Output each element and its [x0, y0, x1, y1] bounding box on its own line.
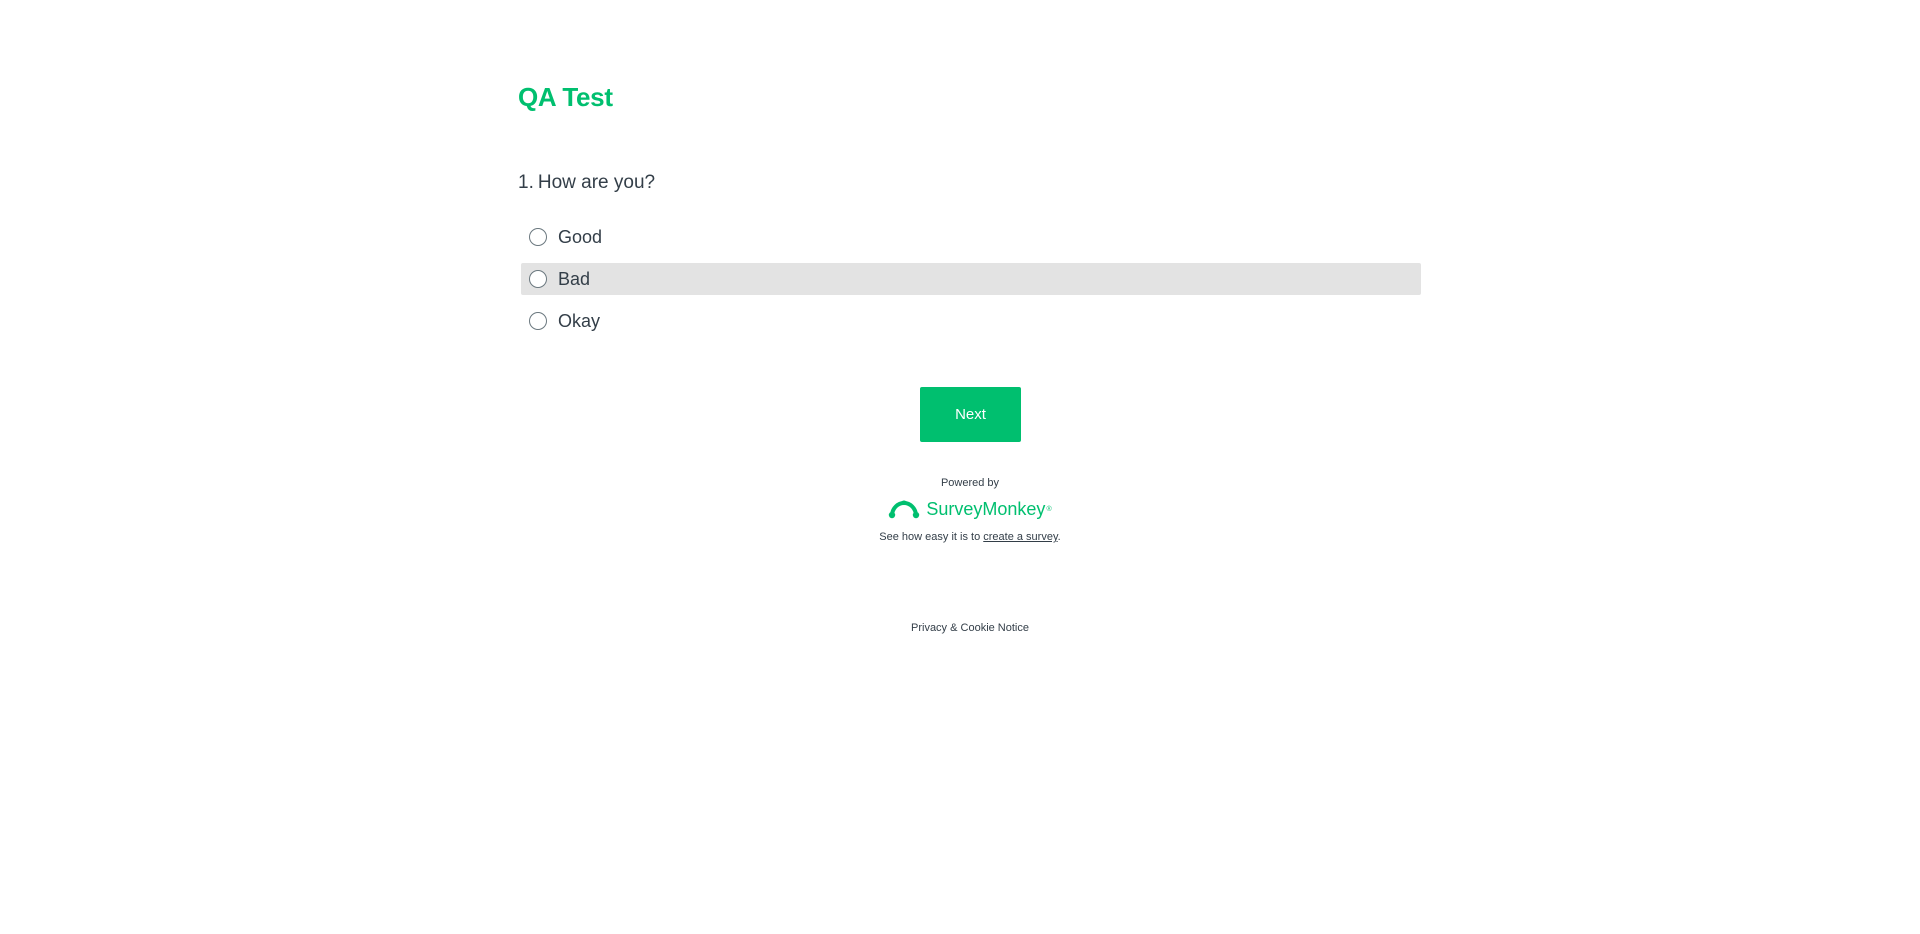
powered-by-text: Powered by	[940, 477, 1000, 489]
create-prefix: See how easy it is to	[879, 531, 984, 543]
radio-button-icon[interactable]	[529, 312, 547, 330]
brand-trademark: ®	[1046, 505, 1052, 513]
surveymonkey-logo-link[interactable]: SurveyMonkey ®	[888, 496, 1052, 522]
next-button[interactable]: Next	[920, 387, 1021, 442]
choice-bad[interactable]: Bad	[521, 263, 1421, 295]
choice-list: Good Bad Okay	[521, 221, 1421, 347]
create-suffix: .	[1057, 531, 1061, 543]
radio-button-icon[interactable]	[529, 270, 547, 288]
create-survey-line: See how easy it is to create a survey.	[820, 531, 1120, 543]
choice-label: Good	[558, 226, 603, 247]
choice-good[interactable]: Good	[521, 221, 1421, 253]
privacy-cookie-notice-link[interactable]: Privacy & Cookie Notice	[820, 622, 1120, 634]
survey-title: QA Test	[518, 82, 613, 112]
choice-okay[interactable]: Okay	[521, 305, 1421, 337]
radio-button-icon[interactable]	[529, 228, 547, 246]
question-title: 1. How are you?	[518, 170, 655, 196]
choice-label: Bad	[558, 268, 591, 289]
powered-by-section: Powered by SurveyMonkey ® See how easy it…	[820, 476, 1120, 543]
survey-page: QA Test 1. How are you? Good Bad Okay Nex…	[0, 0, 1920, 934]
surveymonkey-logo-icon	[889, 500, 920, 519]
choice-label: Okay	[558, 310, 601, 331]
create-survey-link[interactable]: create a survey	[983, 531, 1057, 543]
question-number: 1.	[518, 172, 534, 193]
question-text: How are you?	[537, 172, 656, 193]
brand-name: SurveyMonkey	[926, 498, 1046, 519]
